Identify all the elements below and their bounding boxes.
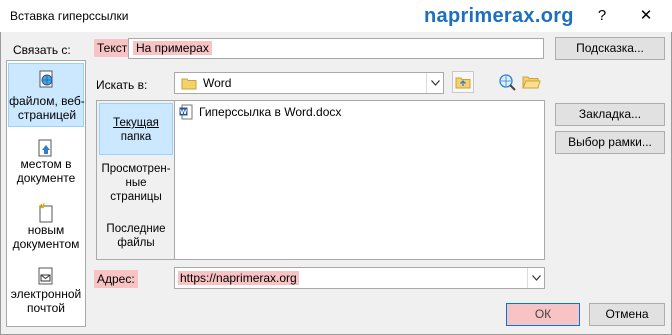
link-to-new-label-2: документом	[12, 237, 80, 251]
dialog-title: Вставка гиперссылки	[10, 9, 129, 23]
folder-up-icon	[455, 77, 471, 89]
file-list: W Гиперссылка в Word.docx	[174, 100, 545, 260]
nav-current-folder[interactable]: Текущая папка	[99, 103, 173, 155]
nav-browsed-label-1: Просмотрен-	[101, 163, 171, 175]
link-to-email-label-2: почтой	[27, 301, 65, 315]
target-frame-button[interactable]: Выбор рамки...	[555, 131, 665, 154]
link-to-file-label-2: страницей	[17, 108, 77, 122]
up-one-folder-button[interactable]	[452, 71, 474, 93]
chevron-down-icon	[531, 275, 541, 281]
list-item[interactable]: W Гиперссылка в Word.docx	[177, 103, 377, 121]
link-to-file-label-1: файлом, веб-	[9, 94, 85, 108]
nav-browsed-pages[interactable]: Просмотрен- ные страницы	[99, 159, 173, 209]
look-in-value: Word	[203, 76, 232, 90]
close-button[interactable]: ✕	[636, 6, 656, 26]
browse-web-button[interactable]	[496, 71, 518, 93]
ok-button[interactable]: ОК	[506, 303, 580, 326]
link-to-file-or-web-page[interactable]: файлом, веб- страницей	[8, 63, 85, 127]
document-bookmark-icon	[38, 139, 52, 157]
text-to-display-value: На примерах	[133, 41, 212, 55]
folder-icon	[181, 78, 197, 90]
new-document-icon	[38, 203, 53, 223]
address-value: https://naprimerax.org	[178, 271, 299, 285]
look-in-dropdown-arrow[interactable]	[426, 73, 443, 93]
cancel-button[interactable]: Отмена	[589, 303, 665, 326]
svg-text:W: W	[180, 108, 187, 116]
nav-recent-label-2: файлы	[117, 237, 155, 249]
open-folder-icon	[522, 76, 541, 89]
browse-nav: Текущая папка Просмотрен- ные страницы П…	[96, 100, 174, 260]
address-input[interactable]: https://naprimerax.org	[174, 267, 545, 289]
file-name: Гиперссылка в Word.docx	[199, 105, 342, 119]
word-document-icon: W	[179, 104, 193, 120]
link-to-new-label-1: новым	[27, 223, 65, 237]
look-in-dropdown[interactable]: Word	[174, 72, 444, 94]
help-button[interactable]: ?	[592, 6, 612, 26]
address-label: Адрес:	[94, 270, 138, 288]
email-icon	[38, 267, 53, 285]
nav-recent-files[interactable]: Последние файлы	[99, 219, 173, 255]
link-to-label: Связать с:	[13, 43, 71, 57]
link-to-place-label-1: местом в	[20, 157, 72, 171]
chevron-down-icon	[430, 80, 440, 86]
link-to-place-in-document[interactable]: местом в документе	[7, 135, 85, 195]
site-watermark: naprimerax.org	[424, 5, 574, 27]
browse-web-icon	[499, 74, 516, 91]
link-to-email-address[interactable]: электронной почтой	[7, 265, 85, 325]
browse-file-button[interactable]	[520, 71, 542, 93]
globe-document-icon	[39, 70, 53, 88]
nav-browsed-label-3: страницы	[110, 191, 162, 203]
address-dropdown-arrow[interactable]	[527, 268, 544, 288]
nav-current-folder-label-1: Текущая	[113, 117, 159, 129]
nav-current-folder-label-2: папка	[120, 131, 152, 143]
screentip-button[interactable]: Подсказка...	[555, 37, 665, 60]
link-to-new-document[interactable]: новым документом	[7, 201, 85, 261]
bookmark-button[interactable]: Закладка...	[555, 103, 665, 126]
nav-browsed-label-2: ные	[125, 177, 147, 189]
link-to-email-label-1: электронной	[10, 287, 82, 301]
nav-recent-label-1: Последние	[106, 223, 166, 235]
link-to-sidebar: файлом, веб- страницей местом в документ…	[6, 60, 86, 327]
look-in-label: Искать в:	[96, 78, 148, 92]
text-to-display-input[interactable]: На примерах	[128, 38, 544, 59]
link-to-place-label-2: документе	[16, 171, 76, 185]
